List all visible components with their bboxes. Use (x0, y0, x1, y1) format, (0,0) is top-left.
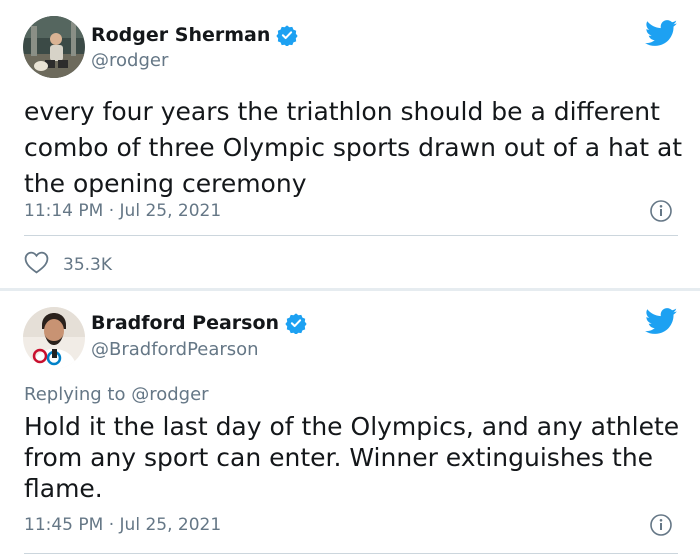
reply-tweet-card: Bradford Pearson @BradfordPearson Replyi… (0, 291, 700, 559)
verified-badge-icon (285, 312, 307, 335)
author-handle[interactable]: @rodger (91, 50, 168, 71)
like-count: 35.3K (63, 254, 112, 275)
tweet-text: Hold it the last day of the Olympics, an… (24, 412, 680, 503)
twitter-bird-icon[interactable] (645, 308, 678, 335)
heart-icon (24, 251, 49, 278)
author-name[interactable]: Rodger Sherman (91, 24, 270, 46)
avatar[interactable] (23, 16, 85, 78)
divider (24, 235, 678, 236)
replying-to: Replying to @rodger (24, 384, 209, 405)
tweet-text: every four years the triathlon should be… (24, 97, 683, 198)
tweet-timestamp[interactable]: 11:45 PM · Jul 25, 2021 (24, 515, 221, 535)
author-row: Bradford Pearson (91, 312, 307, 335)
tweet-date: Jul 25, 2021 (119, 201, 222, 221)
author-handle[interactable]: @BradfordPearson (91, 339, 259, 360)
author-name[interactable]: Bradford Pearson (91, 312, 279, 334)
avatar[interactable] (23, 307, 85, 369)
info-icon[interactable] (649, 513, 673, 537)
divider (24, 553, 678, 554)
verified-badge-icon (276, 24, 299, 47)
replying-to-handle[interactable]: @rodger (131, 384, 208, 405)
tweet-time: 11:14 PM (24, 201, 104, 221)
like-button[interactable]: 35.3K (24, 251, 112, 278)
separator-dot: · (108, 515, 115, 535)
info-icon[interactable] (649, 199, 673, 223)
replying-to-label: Replying to (24, 384, 126, 405)
author-row: Rodger Sherman (91, 24, 299, 47)
tweet-date: Jul 25, 2021 (119, 515, 222, 535)
tweet-timestamp[interactable]: 11:14 PM · Jul 25, 2021 (24, 201, 221, 221)
twitter-bird-icon[interactable] (645, 20, 678, 47)
tweet-time: 11:45 PM (24, 515, 104, 535)
separator-dot: · (108, 201, 115, 221)
tweet-card: Rodger Sherman @rodger every four years … (0, 0, 700, 288)
